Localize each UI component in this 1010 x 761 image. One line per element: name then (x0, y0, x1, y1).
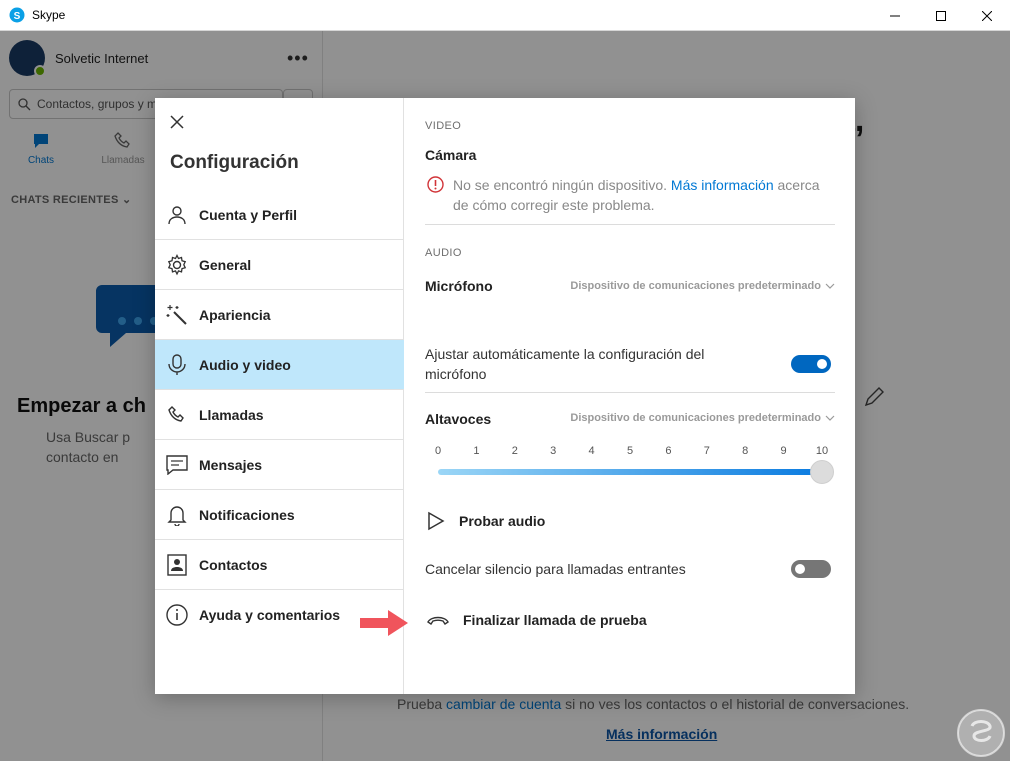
volume-tick-label: 9 (780, 445, 787, 457)
speakers-label: Altavoces (425, 411, 492, 427)
watermark-logo-icon (957, 709, 1005, 757)
camera-label: Cámara (425, 147, 477, 163)
menu-item-label: Llamadas (199, 406, 264, 423)
menu-item-label: Mensajes (199, 456, 263, 473)
camera-more-info-link[interactable]: Más información (671, 177, 774, 193)
volume-tick-label: 6 (665, 445, 672, 457)
error-icon (427, 176, 444, 193)
menu-item-audio-video[interactable]: Audio y video (155, 340, 404, 390)
volume-ticks: 0 1 2 3 4 5 6 7 8 9 10 (434, 445, 828, 461)
close-icon (982, 10, 992, 21)
menu-item-label: General (199, 256, 252, 273)
microphone-device: Dispositivo de comunicaciones predetermi… (570, 280, 821, 292)
phone-icon (168, 405, 184, 422)
volume-tick-label: 8 (742, 445, 749, 457)
menu-item-label: Apariencia (199, 306, 271, 323)
settings-nav: Configuración Cuenta y Perfil General Ap… (155, 98, 404, 694)
bell-icon (167, 505, 187, 526)
skype-logo-icon: S (9, 7, 25, 23)
volume-tick-label: 5 (626, 445, 634, 457)
volume-tick-label: 1 (473, 445, 480, 457)
magic-wand-icon (166, 304, 187, 325)
dialog-title: Configuración (170, 152, 299, 173)
microphone-icon (168, 353, 186, 375)
menu-item-label: Cuenta y Perfil (199, 206, 298, 223)
settings-dialog: Configuración Cuenta y Perfil General Ap… (155, 98, 855, 694)
close-dialog-icon[interactable] (169, 114, 185, 130)
settings-menu: Cuenta y Perfil General Apariencia Audio… (155, 190, 404, 640)
camera-error: No se encontró ningún dispositivo. Más i… (427, 175, 833, 215)
volume-tick-label: 7 (703, 445, 710, 457)
menu-item-label: Audio y video (199, 356, 291, 373)
svg-text:S: S (14, 11, 21, 22)
unmute-label: Cancelar silencio para llamadas entrante… (425, 561, 686, 577)
video-section-header: VIDEO (425, 120, 462, 132)
end-test-call-button[interactable]: Finalizar llamada de prueba (427, 612, 647, 628)
minimize-icon (890, 15, 900, 16)
hang-up-icon (427, 616, 449, 625)
menu-item-contacts[interactable]: Contactos (155, 540, 404, 590)
message-icon (166, 454, 188, 475)
gear-icon (167, 253, 187, 275)
test-audio-label: Probar audio (459, 513, 546, 529)
menu-item-general[interactable]: General (155, 240, 404, 290)
title-bar: S Skype (0, 0, 1010, 31)
menu-item-account[interactable]: Cuenta y Perfil (155, 190, 404, 240)
red-arrow-annotation (360, 610, 408, 636)
menu-item-label: Ayuda y comentarios (199, 607, 341, 623)
volume-slider[interactable] (438, 460, 834, 484)
divider (425, 224, 835, 225)
info-icon (166, 604, 188, 626)
volume-track (438, 469, 822, 475)
menu-item-calls[interactable]: Llamadas (155, 390, 404, 440)
speakers-select[interactable]: Dispositivo de comunicaciones predetermi… (570, 412, 835, 424)
end-test-call-label: Finalizar llamada de prueba (463, 612, 647, 628)
settings-content: VIDEO Cámara No se encontró ningún dispo… (405, 98, 855, 694)
chevron-down-icon (825, 283, 835, 289)
volume-thumb[interactable] (810, 460, 834, 484)
volume-tick-label: 2 (511, 445, 518, 457)
maximize-icon (936, 10, 946, 21)
audio-section-header: AUDIO (425, 247, 462, 259)
volume-tick-label: 10 (815, 445, 829, 457)
volume-tick-label: 4 (588, 445, 595, 457)
menu-item-label: Notificaciones (199, 506, 295, 523)
menu-item-appearance[interactable]: Apariencia (155, 290, 404, 340)
contact-card-icon (167, 553, 187, 576)
microphone-select[interactable]: Dispositivo de comunicaciones predetermi… (570, 280, 835, 292)
divider (425, 392, 835, 393)
volume-tick-label: 3 (550, 445, 557, 457)
camera-error-text: No se encontró ningún dispositivo. (453, 177, 668, 193)
menu-item-label: Contactos (199, 556, 268, 573)
close-window-button[interactable] (964, 0, 1010, 31)
maximize-button[interactable] (918, 0, 964, 31)
play-icon (428, 511, 445, 531)
auto-adjust-toggle[interactable] (791, 355, 831, 373)
person-icon (168, 205, 186, 224)
unmute-toggle[interactable] (791, 560, 831, 578)
microphone-label: Micrófono (425, 278, 493, 294)
speakers-device: Dispositivo de comunicaciones predetermi… (570, 412, 821, 424)
menu-item-notifications[interactable]: Notificaciones (155, 490, 404, 540)
auto-adjust-label: Ajustar automáticamente la configuración… (425, 346, 705, 382)
minimize-button[interactable] (872, 0, 918, 31)
test-audio-button[interactable]: Probar audio (427, 511, 545, 531)
volume-tick-label: 0 (434, 445, 442, 457)
menu-item-messages[interactable]: Mensajes (155, 440, 404, 490)
window-title: Skype (32, 8, 66, 22)
chevron-down-icon (825, 415, 835, 421)
